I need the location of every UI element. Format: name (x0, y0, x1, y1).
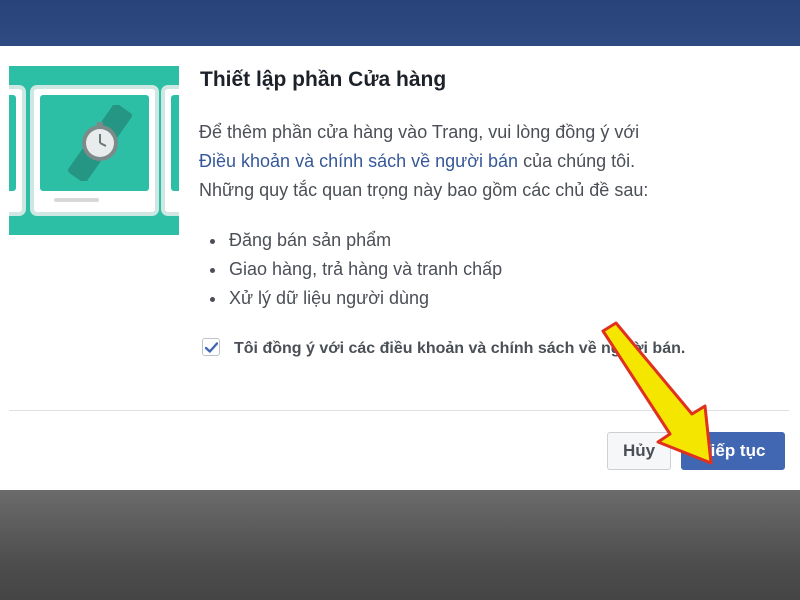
agree-checkbox[interactable] (202, 338, 220, 356)
checkmark-icon (204, 341, 218, 353)
watch-icon (68, 105, 132, 181)
cancel-button[interactable]: Hủy (607, 432, 671, 470)
illustration-card (30, 85, 159, 216)
divider (9, 410, 789, 411)
dialog-description: Để thêm phần cửa hàng vào Trang, vui lòn… (199, 118, 789, 205)
shop-setup-dialog: Thiết lập phần Cửa hàng Để thêm phần cửa… (0, 46, 800, 490)
description-text: Để thêm phần cửa hàng vào Trang, vui lòn… (199, 122, 640, 142)
list-item: Xử lý dữ liệu người dùng (210, 284, 502, 313)
list-item: Đăng bán sản phẩm (210, 226, 502, 255)
dialog-title: Thiết lập phần Cửa hàng (200, 68, 447, 91)
top-bar (0, 0, 800, 46)
description-text: của chúng tôi. (523, 151, 636, 171)
topics-list: Đăng bán sản phẩm Giao hàng, trả hàng và… (210, 226, 502, 313)
description-text: Những quy tắc quan trọng này bao gồm các… (199, 180, 649, 200)
continue-button[interactable]: Tiếp tục (681, 432, 785, 470)
illustration-card (9, 85, 26, 216)
agree-label[interactable]: Tôi đồng ý với các điều khoản và chính s… (234, 334, 764, 363)
seller-terms-link[interactable]: Điều khoản và chính sách về người bán (199, 151, 518, 171)
illustration-card (161, 85, 179, 216)
shop-illustration (9, 66, 179, 235)
list-item: Giao hàng, trả hàng và tranh chấp (210, 255, 502, 284)
background-overlay (0, 490, 800, 600)
